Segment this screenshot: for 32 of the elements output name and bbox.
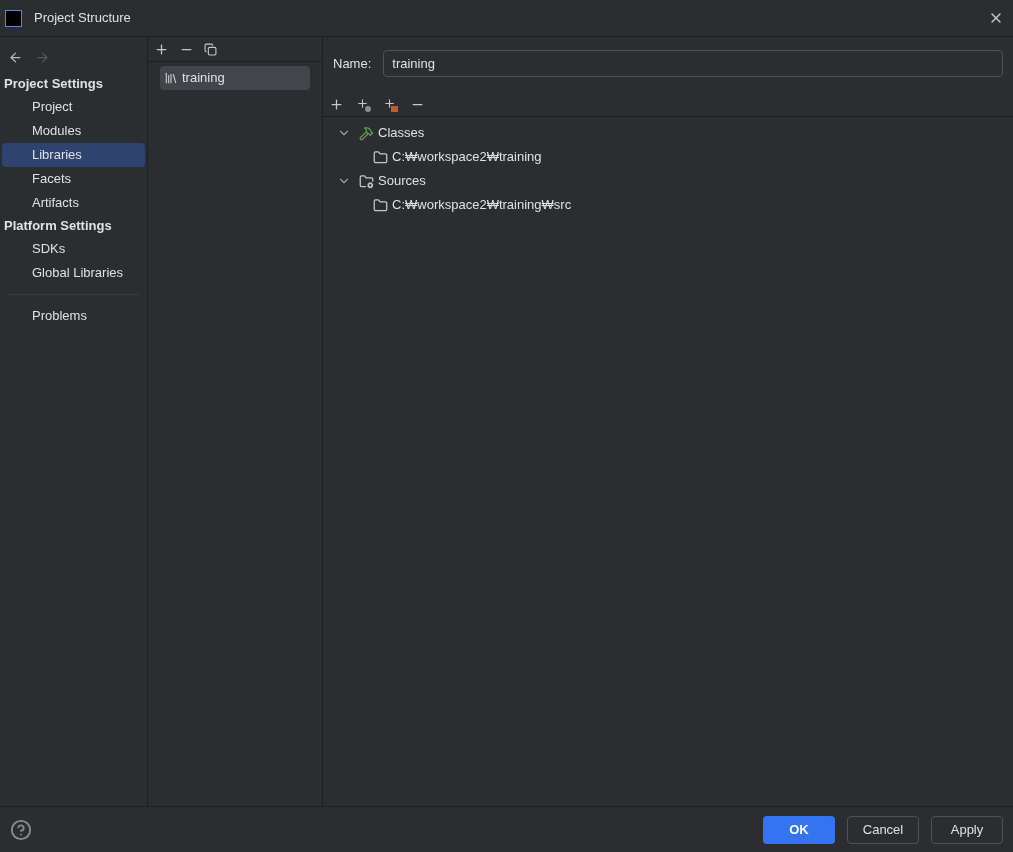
add-icon[interactable] (329, 97, 344, 112)
sidebar-item[interactable]: Artifacts (2, 191, 145, 215)
help-icon[interactable] (10, 818, 32, 841)
tree-item[interactable]: Classes (378, 123, 425, 143)
folder-icon (359, 173, 374, 189)
name-label: Name: (333, 54, 372, 73)
sidebar-item[interactable]: Global Libraries (2, 261, 145, 285)
library-icon (164, 71, 178, 85)
section-heading: Platform Settings (3, 217, 113, 236)
ok-button[interactable]: OK (763, 815, 835, 844)
window-title: Project Structure (34, 9, 131, 28)
sidebar-item[interactable]: Libraries (2, 143, 145, 167)
name-field[interactable]: training (383, 50, 1003, 77)
tree-item[interactable]: C:₩workspace2₩training (392, 147, 542, 167)
dialog-button[interactable]: Apply (931, 815, 1003, 844)
sidebar-item[interactable]: Problems (2, 304, 145, 328)
dialog-button[interactable]: Cancel (847, 815, 919, 844)
sidebar-item[interactable]: SDKs (2, 237, 145, 261)
sidebar-item[interactable]: Facets (2, 167, 145, 191)
sidebar-item[interactable]: Project (2, 95, 145, 119)
add-icon[interactable] (154, 41, 169, 57)
add-folder-icon[interactable] (383, 97, 398, 112)
library-item[interactable]: training (160, 66, 310, 90)
folder-icon (373, 197, 388, 213)
tree-item[interactable]: C:₩workspace2₩training₩src (392, 195, 572, 215)
section-heading: Project Settings (3, 75, 104, 94)
copy-icon[interactable] (204, 42, 217, 56)
folder-icon (373, 149, 388, 165)
hammer-icon (359, 125, 374, 141)
app-logo-icon (5, 9, 22, 27)
tree-item[interactable]: Sources (378, 171, 426, 191)
sidebar-item[interactable]: Modules (2, 119, 145, 143)
